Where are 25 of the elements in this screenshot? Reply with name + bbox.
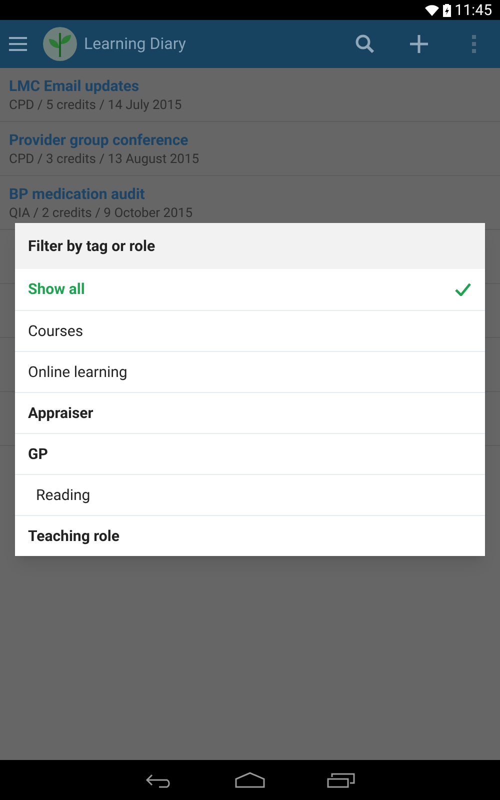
entry-details: CPD / 5 credits / 14 July 2015 xyxy=(9,97,182,115)
app-title: Learning Diary xyxy=(84,33,186,55)
entry-title: BP medication audit xyxy=(9,184,145,204)
filter-option[interactable]: Reading xyxy=(15,474,485,515)
plant-logo-icon xyxy=(42,26,78,62)
filter-option[interactable]: GP xyxy=(15,433,485,474)
home-icon[interactable] xyxy=(235,772,265,788)
status-time: 11:45 xyxy=(454,0,492,21)
entry-details: QIA / 2 credits / 9 October 2015 xyxy=(9,205,193,223)
search-icon[interactable] xyxy=(355,34,375,54)
entry-title: Provider group conference xyxy=(9,130,188,150)
battery-icon xyxy=(442,4,451,16)
entry-title: LMC Email updates xyxy=(9,76,140,96)
back-icon[interactable] xyxy=(145,772,173,788)
filter-option[interactable]: Courses xyxy=(15,310,485,351)
recents-icon[interactable] xyxy=(327,772,355,788)
menu-icon[interactable] xyxy=(9,37,27,51)
dialog-title: Filter by tag or role xyxy=(28,236,156,257)
entry-details: CPD / 3 credits / 13 August 2015 xyxy=(9,151,200,169)
add-icon[interactable] xyxy=(409,34,429,54)
check-icon xyxy=(455,283,471,296)
filter-option[interactable]: Appraiser xyxy=(15,392,485,433)
filter-option[interactable]: Online learning xyxy=(15,351,485,392)
wifi-icon xyxy=(424,4,439,16)
filter-option[interactable]: Teaching role xyxy=(15,515,485,556)
